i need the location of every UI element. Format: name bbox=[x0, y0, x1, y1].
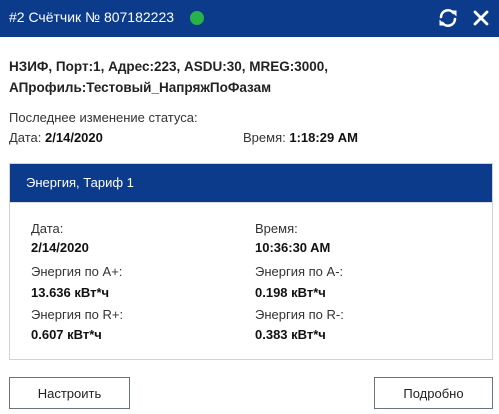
energy-panel-header: Энергия, Тариф 1 bbox=[10, 164, 492, 202]
energy-r-minus-value: 0.383 кВт*ч bbox=[255, 327, 326, 342]
energy-time-label: Время: bbox=[255, 221, 298, 236]
energy-a-plus-label: Энергия по A+: bbox=[31, 264, 123, 279]
status-time-value: 1:18:29 AM bbox=[289, 130, 358, 145]
energy-panel-title: Энергия, Тариф 1 bbox=[26, 175, 134, 190]
status-time-label: Время: bbox=[243, 130, 286, 145]
status-indicator bbox=[190, 11, 204, 25]
energy-date-label: Дата: bbox=[31, 221, 64, 236]
energy-r-minus-label: Энергия по R-: bbox=[255, 307, 344, 322]
panel-divider bbox=[10, 202, 492, 203]
energy-a-plus-value: 13.636 кВт*ч bbox=[31, 285, 110, 300]
status-time: Время: 1:18:29 AM bbox=[243, 130, 358, 145]
energy-r-plus-label: Энергия по R+: bbox=[31, 307, 124, 322]
status-change-heading: Последнее изменение статуса: bbox=[9, 110, 198, 125]
energy-a-minus-value: 0.198 кВт*ч bbox=[255, 285, 326, 300]
refresh-icon bbox=[439, 9, 457, 27]
refresh-button[interactable] bbox=[436, 6, 460, 30]
status-date: Дата: 2/14/2020 bbox=[9, 130, 103, 145]
device-info-line2: АПрофиль:Тестовый_НапряжПоФазам bbox=[9, 80, 272, 95]
energy-time-value: 10:36:30 AM bbox=[255, 240, 331, 255]
window-titlebar: #2 Счётчик № 807182223 bbox=[0, 0, 499, 37]
configure-button[interactable]: Настроить bbox=[9, 377, 130, 409]
window-title: #2 Счётчик № 807182223 bbox=[9, 9, 175, 25]
close-icon bbox=[473, 10, 489, 26]
device-info-line1: НЗИФ, Порт:1, Адрес:223, ASDU:30, MREG:3… bbox=[9, 59, 329, 74]
details-button[interactable]: Подробно bbox=[374, 377, 493, 409]
energy-a-minus-label: Энергия по A-: bbox=[255, 264, 344, 279]
energy-r-plus-value: 0.607 кВт*ч bbox=[31, 327, 102, 342]
energy-panel: Энергия, Тариф 1 Дата: 2/14/2020 Время: … bbox=[9, 163, 493, 360]
status-date-value: 2/14/2020 bbox=[45, 130, 103, 145]
energy-date-value: 2/14/2020 bbox=[31, 240, 89, 255]
close-button[interactable] bbox=[469, 6, 493, 30]
status-date-label: Дата: bbox=[9, 130, 42, 145]
